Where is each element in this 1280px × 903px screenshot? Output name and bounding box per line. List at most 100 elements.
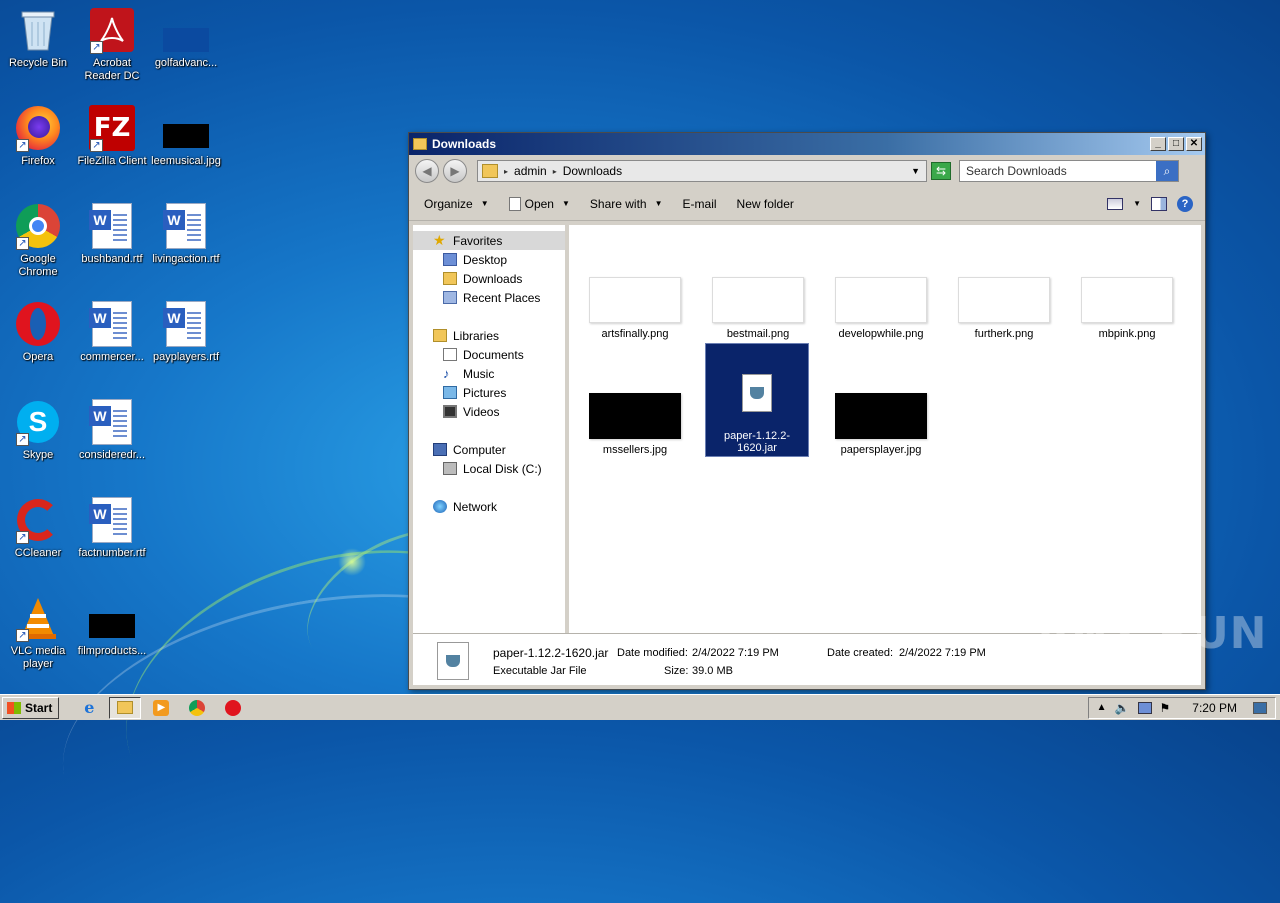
file-item[interactable]: mbpink.png [1075, 277, 1179, 340]
desktop-icon-vlc[interactable]: ↗ VLC media player [0, 594, 76, 671]
desktop-icon-opera[interactable]: Opera [0, 300, 76, 364]
shortcut-arrow-icon: ↗ [90, 139, 103, 152]
nav-downloads[interactable]: Downloads [413, 269, 565, 288]
breadcrumb-admin[interactable]: admin [514, 164, 547, 178]
action-center-flag-icon[interactable]: ⚑ [1160, 701, 1171, 715]
open-button[interactable]: Open ▼ [502, 194, 577, 214]
address-dropdown-icon[interactable]: ▼ [911, 166, 920, 176]
volume-icon[interactable]: 🔈 [1115, 701, 1130, 715]
desktop-icon-filezilla[interactable]: FZ ↗ FileZilla Client [74, 104, 150, 168]
file-name: paper-1.12.2-1620.jar [723, 430, 791, 454]
desktop-icon-golfadvanc[interactable]: golfadvanc... [148, 6, 224, 70]
address-bar[interactable]: ▸ admin ▸ Downloads ▼ [477, 160, 927, 182]
desktop-icon-commercer[interactable]: W commercer... [74, 300, 150, 364]
help-icon[interactable]: ? [1177, 195, 1193, 212]
taskbar-opera-button[interactable] [217, 697, 249, 719]
minimize-button[interactable]: _ [1150, 137, 1166, 151]
jar-file-icon [742, 374, 772, 412]
nav-desktop[interactable]: Desktop [413, 250, 565, 269]
folder-icon [413, 138, 427, 150]
title-bar[interactable]: Downloads _ □ ✕ [409, 133, 1205, 155]
back-button[interactable]: ◀ [415, 159, 439, 183]
nav-music[interactable]: ♪ Music [413, 364, 565, 383]
start-button[interactable]: Start [2, 696, 60, 719]
nav-local-disk[interactable]: Local Disk (C:) [413, 459, 565, 478]
desktop-icon-ccleaner[interactable]: ↗ CCleaner [0, 496, 76, 560]
file-item[interactable]: papersplayer.jpg [829, 393, 933, 456]
search-input[interactable]: Search Downloads ⌕ [959, 160, 1179, 182]
clock[interactable]: 7:20 PM [1192, 701, 1237, 715]
desktop-icon-leemusical[interactable]: leemusical.jpg [148, 104, 224, 168]
documents-icon [443, 348, 457, 361]
desktop-icon-firefox[interactable]: ↗ Firefox [0, 104, 76, 168]
new-folder-button[interactable]: New folder [730, 194, 801, 214]
taskbar-chrome-button[interactable] [181, 697, 213, 719]
forward-button[interactable]: ▶ [443, 159, 467, 183]
windows-logo-icon [7, 701, 21, 714]
close-button[interactable]: ✕ [1186, 137, 1202, 151]
nav-libraries[interactable]: Libraries [413, 326, 565, 345]
email-button[interactable]: E-mail [676, 194, 724, 214]
star-icon: ★ [433, 232, 446, 248]
breadcrumb-separator-icon[interactable]: ▸ [553, 167, 557, 176]
file-item[interactable]: artsfinally.png [583, 277, 687, 340]
music-icon: ♪ [443, 366, 450, 381]
nav-computer[interactable]: Computer [413, 440, 565, 459]
word-doc-icon: W [162, 202, 210, 250]
breadcrumb-separator-icon[interactable]: ▸ [504, 167, 508, 176]
desktop-icon-acrobat[interactable]: ↗ Acrobat Reader DC [74, 6, 150, 83]
show-desktop-icon[interactable] [1253, 701, 1267, 714]
taskbar-media-player-button[interactable]: ▶ [145, 697, 177, 719]
nav-label: Network [453, 499, 498, 514]
word-doc-icon: W [88, 398, 136, 446]
share-with-label: Share with [589, 196, 647, 211]
nav-pictures[interactable]: Pictures [413, 383, 565, 402]
desktop-icon-recycle-bin[interactable]: Recycle Bin [0, 6, 76, 70]
breadcrumb-downloads[interactable]: Downloads [563, 164, 622, 178]
chrome-icon [189, 699, 206, 716]
file-name: furtherk.png [974, 328, 1034, 340]
desktop-icon-factnumber[interactable]: W factnumber.rtf [74, 496, 150, 560]
desktop-icon-payplayers[interactable]: W payplayers.rtf [148, 300, 224, 364]
nav-documents[interactable]: Documents [413, 345, 565, 364]
desktop-icon-label: Google Chrome [18, 253, 58, 278]
search-icon[interactable]: ⌕ [1156, 161, 1178, 181]
nav-recent-places[interactable]: Recent Places [413, 288, 565, 307]
file-item-selected[interactable]: paper-1.12.2-1620.jar [705, 343, 809, 457]
share-with-button[interactable]: Share with ▼ [583, 194, 670, 214]
email-label: E-mail [682, 196, 717, 211]
nav-videos[interactable]: Videos [413, 402, 565, 421]
image-thumbnail-icon [712, 277, 804, 323]
desktop-icon-filmproducts[interactable]: filmproducts... [74, 594, 150, 658]
desktop-icon-skype[interactable]: S ↗ Skype [0, 398, 76, 462]
taskbar-explorer-button[interactable] [109, 696, 142, 719]
file-item[interactable]: developwhile.png [829, 277, 933, 340]
nav-label: Videos [463, 404, 500, 419]
show-hidden-icons-icon[interactable]: ▲ [1097, 702, 1107, 713]
file-item[interactable]: mssellers.jpg [583, 393, 687, 456]
libraries-icon [433, 329, 447, 342]
desktop-icon-label: leemusical.jpg [151, 155, 221, 167]
network-status-icon[interactable] [1137, 701, 1152, 714]
nav-favorites[interactable]: ★ Favorites [413, 231, 565, 250]
file-item[interactable]: furtherk.png [952, 277, 1056, 340]
preview-pane-icon[interactable] [1151, 196, 1167, 211]
jar-file-icon [508, 196, 521, 211]
desktop-icon-label: bushband.rtf [81, 253, 143, 265]
desktop-icon-chrome[interactable]: ↗ Google Chrome [0, 202, 76, 279]
anyrun-watermark: ANY RUN [1036, 608, 1268, 659]
image-thumbnail-icon [162, 104, 210, 152]
network-icon [433, 500, 447, 513]
file-item[interactable]: bestmail.png [706, 277, 810, 340]
desktop-icon-bushband[interactable]: W bushband.rtf [74, 202, 150, 266]
refresh-button[interactable]: ⇆ [931, 162, 951, 180]
view-dropdown-icon[interactable]: ▼ [1133, 199, 1141, 208]
desktop-icon-label: Opera [22, 351, 54, 363]
desktop-icon-livingaction[interactable]: W livingaction.rtf [148, 202, 224, 266]
organize-button[interactable]: Organize ▼ [417, 194, 496, 214]
change-view-icon[interactable] [1107, 197, 1124, 210]
taskbar-ie-button[interactable]: e [73, 697, 105, 719]
maximize-button[interactable]: □ [1168, 137, 1184, 151]
nav-network[interactable]: Network [413, 497, 565, 516]
desktop-icon-consideredr[interactable]: W consideredr... [74, 398, 150, 462]
